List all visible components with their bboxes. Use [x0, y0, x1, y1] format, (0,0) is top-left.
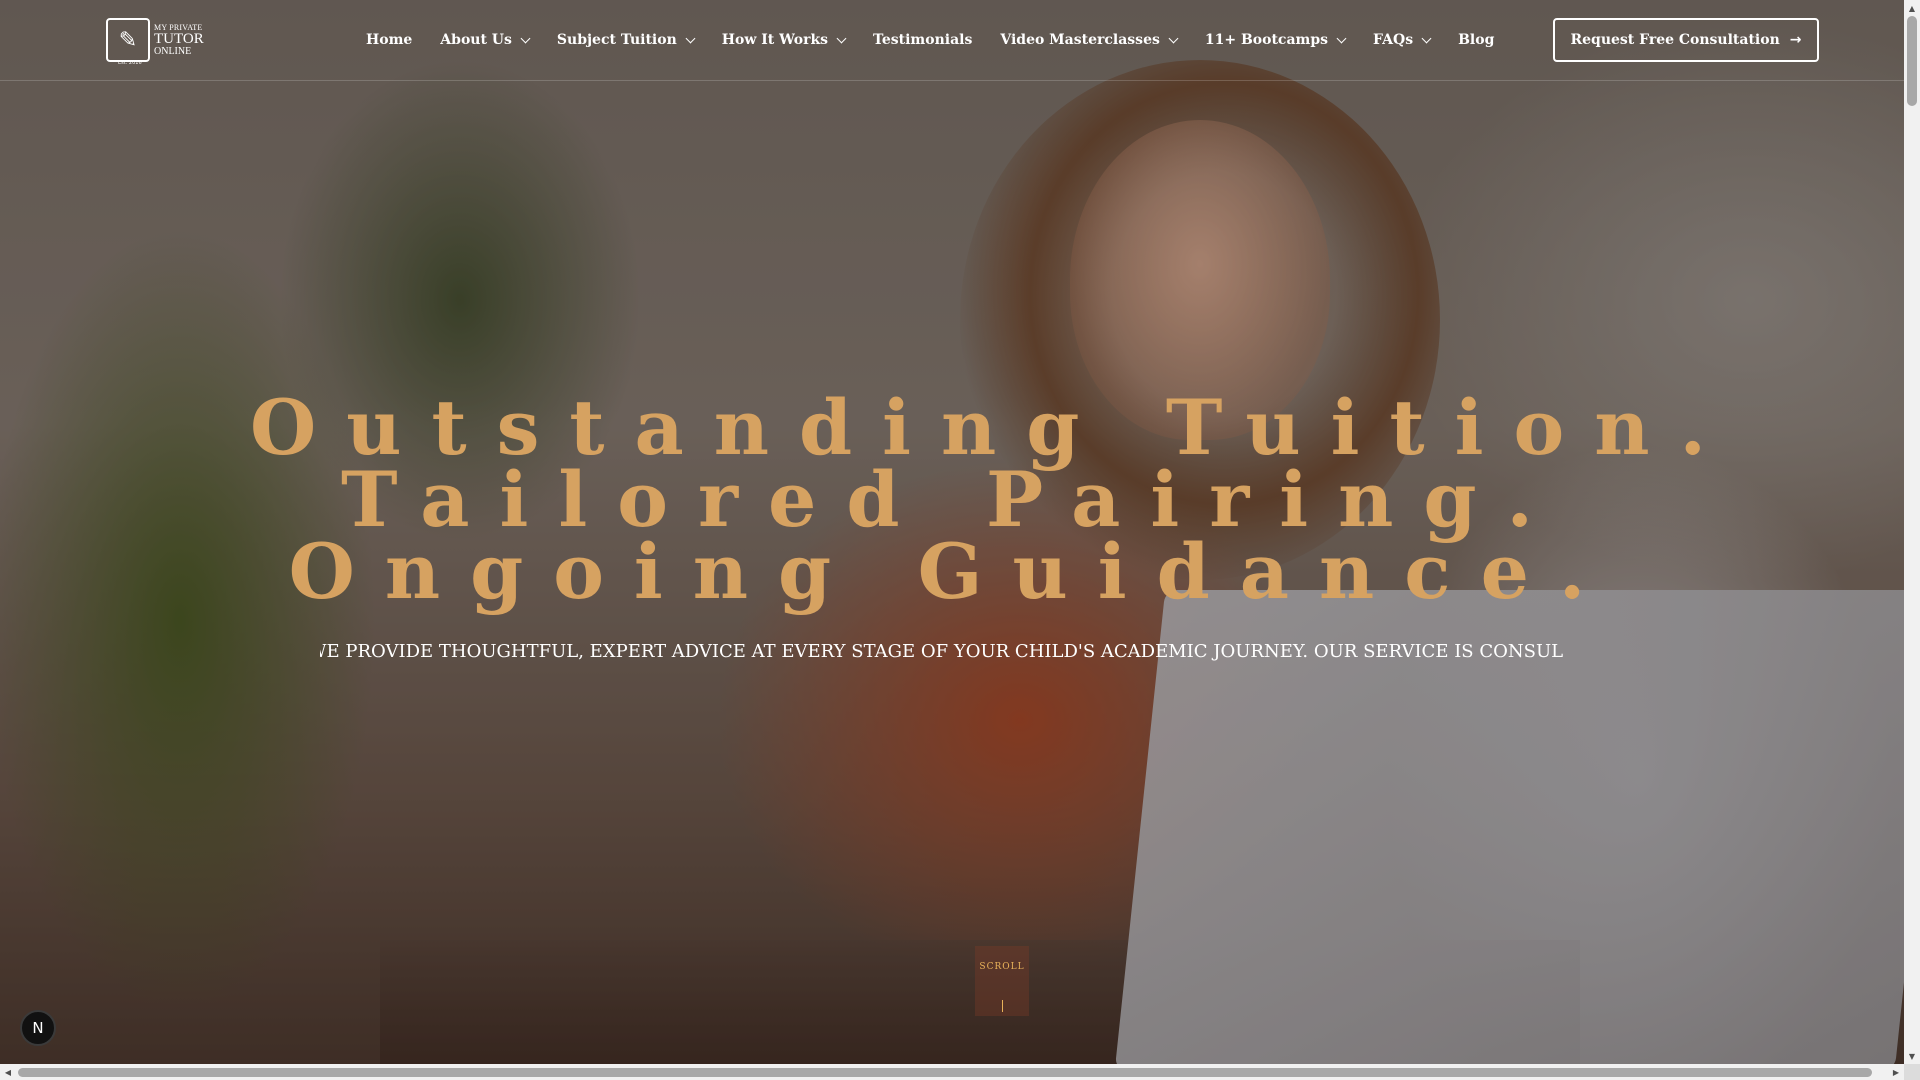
nav-item-label: 11+ Bootcamps: [1204, 32, 1329, 48]
nav-item-label: Home: [366, 32, 413, 48]
nav-item-subject-tuition[interactable]: Subject Tuition: [556, 32, 696, 48]
nav-item-label: How It Works: [721, 32, 829, 48]
scrollbar-corner: [1904, 1064, 1920, 1080]
arrow-right-icon: →: [1789, 32, 1802, 48]
nav-item-home[interactable]: Home: [366, 32, 412, 48]
vertical-scrollbar[interactable]: ▲ ▼: [1904, 0, 1920, 1064]
scroll-line-icon: [1001, 1000, 1003, 1012]
chevron-down-icon: [1336, 33, 1347, 43]
nav-item-label: Blog: [1458, 32, 1495, 48]
vertical-scrollbar-thumb[interactable]: [1907, 16, 1917, 106]
logo-text: MY PRIVATE TUTOR ONLINE: [154, 23, 204, 57]
site-logo[interactable]: ✎ MY PRIVATE TUTOR ONLINE Est. 2016: [106, 14, 210, 66]
scroll-left-arrow-icon[interactable]: ◀: [0, 1064, 16, 1080]
main-nav: Home About Us Subject Tuition How It Wor…: [366, 0, 1522, 80]
chevron-down-icon: [836, 33, 847, 43]
nav-item-faqs[interactable]: FAQs: [1373, 32, 1432, 48]
cta-label: Request Free Consultation: [1570, 32, 1780, 48]
logo-line-2: TUTOR: [154, 30, 204, 47]
badge-label: N: [32, 1019, 44, 1037]
scroll-label: SCROLL: [979, 962, 1025, 972]
scroll-down-arrow-icon[interactable]: ▼: [1904, 1048, 1920, 1064]
scroll-up-arrow-icon[interactable]: ▲: [1904, 0, 1920, 16]
hero-subline-ticker: WE PROVIDE THOUGHTFUL, EXPERT ADVICE AT …: [320, 638, 1600, 666]
nav-item-label: Video Masterclasses: [1000, 32, 1160, 48]
chevron-down-icon: [685, 33, 696, 43]
floating-badge-button[interactable]: N: [20, 1010, 56, 1046]
headline-line-2: Tailored Pairing.: [341, 455, 1563, 544]
horizontal-scrollbar-thumb[interactable]: [18, 1068, 1872, 1077]
nav-item-label: Subject Tuition: [556, 32, 677, 48]
nav-item-testimonials[interactable]: Testimonials: [873, 32, 972, 48]
nav-item-label: Testimonials: [873, 32, 973, 48]
chevron-down-icon: [1421, 33, 1432, 43]
logo-line-3: ONLINE: [154, 45, 192, 57]
horizontal-scrollbar[interactable]: ◀ ▶: [0, 1064, 1904, 1080]
logo-est: Est. 2016: [118, 60, 142, 66]
hero-headline: Outstanding Tuition. Tailored Pairing. O…: [250, 383, 1736, 616]
site-header: ✎ MY PRIVATE TUTOR ONLINE Est. 2016 Home…: [0, 0, 1904, 81]
request-consultation-button[interactable]: Request Free Consultation →: [1553, 18, 1819, 62]
nav-item-video-masterclasses[interactable]: Video Masterclasses: [1000, 32, 1179, 48]
nav-item-blog[interactable]: Blog: [1458, 32, 1494, 48]
nav-item-label: FAQs: [1373, 32, 1414, 48]
nav-item-how-it-works[interactable]: How It Works: [721, 32, 847, 48]
nav-item-11-plus-bootcamps[interactable]: 11+ Bootcamps: [1204, 32, 1347, 48]
hero-subline-text: WE PROVIDE THOUGHTFUL, EXPERT ADVICE AT …: [320, 641, 1564, 662]
headline-line-3: Ongoing Guidance.: [288, 527, 1616, 616]
scroll-right-arrow-icon[interactable]: ▶: [1888, 1064, 1904, 1080]
nav-item-about-us[interactable]: About Us: [440, 32, 531, 48]
headline-line-1: Outstanding Tuition.: [250, 383, 1736, 472]
chevron-down-icon: [1168, 33, 1179, 43]
tutor-logo-icon: ✎: [106, 18, 150, 62]
chevron-down-icon: [520, 33, 531, 43]
scroll-indicator[interactable]: SCROLL: [975, 946, 1029, 1016]
nav-item-label: About Us: [440, 32, 512, 48]
